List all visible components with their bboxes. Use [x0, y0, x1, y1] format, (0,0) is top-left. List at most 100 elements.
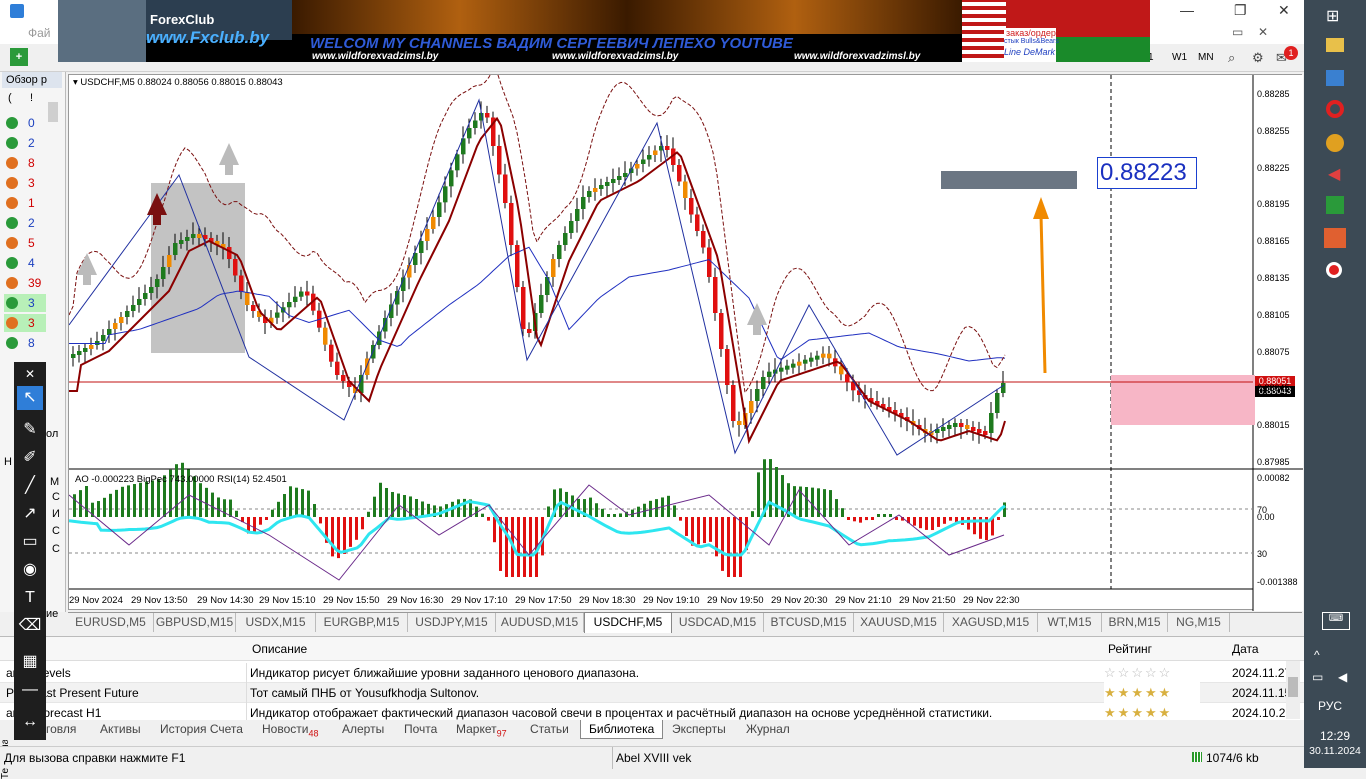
chart-window[interactable]: ▾ USDCHF,M5 0.88024 0.88056 0.88015 0.88…	[68, 68, 1303, 611]
terminal-tab[interactable]: говля	[46, 720, 76, 739]
terminal-tab[interactable]: Журнал	[746, 720, 790, 739]
market-watch-value: 0	[28, 116, 35, 130]
chart-tab[interactable]: XAUUSD,M15	[854, 613, 944, 632]
keyboard-icon[interactable]: ⌨	[1322, 612, 1350, 630]
market-watch-row[interactable]: 3	[4, 174, 46, 192]
chart-close-icon[interactable]: ✕	[1258, 25, 1268, 39]
eraser-icon[interactable]: ⌫	[17, 614, 43, 638]
chart-tab[interactable]: USDCHF,M5	[584, 612, 672, 633]
candle-body	[323, 327, 328, 345]
ind-tick-4: -0.001388	[1257, 577, 1298, 587]
chart-tab[interactable]: NG,M15	[1168, 613, 1230, 632]
line-icon[interactable]: ╱	[17, 474, 43, 498]
chart-tab[interactable]: XAGUSD,M15	[944, 613, 1038, 632]
speaker-app-icon[interactable]: ◀	[1328, 164, 1340, 184]
menu-file[interactable]: Фай	[28, 26, 51, 40]
chart-tab[interactable]: EURUSD,M5	[68, 613, 154, 632]
checker-icon[interactable]: ▦	[17, 650, 43, 674]
rectangle-icon[interactable]: ▭	[17, 530, 43, 554]
search-icon[interactable]: ⌕	[1228, 50, 1235, 66]
candle-body	[821, 353, 826, 358]
text-icon[interactable]: T	[17, 586, 43, 610]
terminal-tab[interactable]: Почта	[404, 720, 437, 739]
hline-icon[interactable]: —	[17, 678, 43, 702]
drawing-toolbar-close-icon[interactable]: ✕	[17, 362, 43, 386]
col-date[interactable]: Дата	[1232, 642, 1259, 656]
opera-icon[interactable]	[1326, 100, 1344, 118]
chart-tab[interactable]: EURGBP,M15	[316, 613, 408, 632]
new-chart-icon[interactable]: +	[10, 48, 28, 66]
price-tick: 0.88255	[1257, 125, 1290, 136]
tray-arrow-icon[interactable]: ^	[1314, 648, 1320, 662]
network-icon[interactable]: ▭	[1312, 670, 1323, 684]
market-watch-row[interactable]: 39	[4, 274, 46, 292]
pencil-icon[interactable]: ✎	[17, 418, 43, 442]
record-icon[interactable]	[1326, 262, 1342, 278]
shapes-icon[interactable]: ◉	[17, 558, 43, 582]
star-icon: ☆	[1158, 665, 1173, 680]
terminal-tab[interactable]: Эксперты	[672, 720, 726, 739]
status-profile[interactable]: Abel XVIII vek	[616, 751, 691, 765]
market-watch-row[interactable]: 2	[4, 134, 46, 152]
market-watch-row[interactable]: 8	[4, 154, 46, 172]
market-watch-row[interactable]: 2	[4, 214, 46, 232]
windows-start-icon[interactable]: ⊞	[1326, 6, 1339, 26]
market-watch-row[interactable]: 4	[4, 254, 46, 272]
mw-scrollbar[interactable]	[48, 102, 58, 122]
col-description[interactable]: Описание	[252, 642, 307, 656]
chart-tab[interactable]: WT,M15	[1038, 613, 1102, 632]
candle-body	[617, 176, 622, 180]
candle-body	[767, 371, 772, 377]
clock-date[interactable]: 30.11.2024	[1304, 745, 1366, 757]
library-row[interactable]: ange LevelsИндикатор рисует ближайшие ур…	[0, 663, 1304, 683]
terminal-scroll-thumb[interactable]	[1288, 677, 1298, 697]
terminal-tab[interactable]: История Счета	[160, 720, 243, 739]
file-explorer-icon[interactable]	[1326, 38, 1344, 52]
chart-tab[interactable]: USDX,M15	[236, 613, 316, 632]
minimize-button[interactable]: —	[1180, 2, 1194, 18]
time-tick: 29 Nov 19:10	[643, 595, 700, 606]
ad-banner[interactable]: ForexClub www.Fxclub.by WELCOM MY CHANNE…	[58, 0, 1150, 62]
market-watch-row[interactable]: 3	[4, 314, 46, 332]
expand-icon[interactable]: ↔	[17, 710, 43, 734]
col-rating[interactable]: Рейтинг	[1108, 642, 1152, 656]
terminal-tab[interactable]: Маркет97	[456, 720, 507, 739]
ao-bar	[943, 517, 946, 524]
calculator-icon[interactable]	[1326, 196, 1344, 214]
chart-canvas[interactable]	[68, 68, 1303, 611]
clock-time[interactable]: 12:29	[1320, 729, 1350, 743]
market-watch-row[interactable]: 0	[4, 114, 46, 132]
gear-icon[interactable]: ⚙	[1252, 50, 1264, 66]
chart-tab[interactable]: USDJPY,M15	[408, 613, 496, 632]
chart-tab[interactable]: GBPUSD,M15	[154, 613, 236, 632]
terminal-tab[interactable]: Алерты	[342, 720, 384, 739]
paint-icon[interactable]	[1326, 134, 1344, 152]
cursor-icon[interactable]: ↖	[17, 386, 43, 410]
candle-body	[539, 295, 544, 313]
terminal-scrollbar[interactable]	[1286, 661, 1300, 719]
presentation-icon[interactable]	[1324, 228, 1346, 248]
library-row[interactable]: PF - Past Present Future Тот самый ПНБ от…	[0, 683, 1304, 703]
market-watch-row[interactable]: 5	[4, 234, 46, 252]
maximize-button[interactable]: ❐	[1234, 2, 1247, 19]
market-watch-row[interactable]: 8	[4, 334, 46, 352]
terminal-tab[interactable]: Активы	[100, 720, 141, 739]
timeframe-w1[interactable]: W1	[1172, 52, 1187, 63]
terminal-tab[interactable]: Новости48	[262, 720, 318, 739]
market-watch-row[interactable]: 3	[4, 294, 46, 312]
terminal-tab[interactable]: Библиотека	[580, 720, 664, 739]
volume-icon[interactable]: ◀	[1338, 670, 1347, 684]
chart-tab[interactable]: BTCUSD,M15	[764, 613, 854, 632]
marker-icon[interactable]: ✐	[17, 446, 43, 470]
timeframe-mn[interactable]: MN	[1198, 52, 1214, 63]
market-watch-row[interactable]: 1	[4, 194, 46, 212]
terminal-tab[interactable]: Статьи	[530, 720, 569, 739]
chart-tab[interactable]: USDCAD,M15	[672, 613, 764, 632]
chart-restore-icon[interactable]: ▭	[1232, 25, 1243, 39]
chart-tab[interactable]: AUDUSD,M15	[496, 613, 584, 632]
app-launcher-icon[interactable]	[1326, 70, 1344, 86]
close-button[interactable]: ✕	[1278, 2, 1290, 19]
ray-icon[interactable]: ↗	[17, 502, 43, 526]
language-indicator[interactable]: РУС	[1318, 699, 1342, 713]
chart-tab[interactable]: BRN,M15	[1102, 613, 1168, 632]
